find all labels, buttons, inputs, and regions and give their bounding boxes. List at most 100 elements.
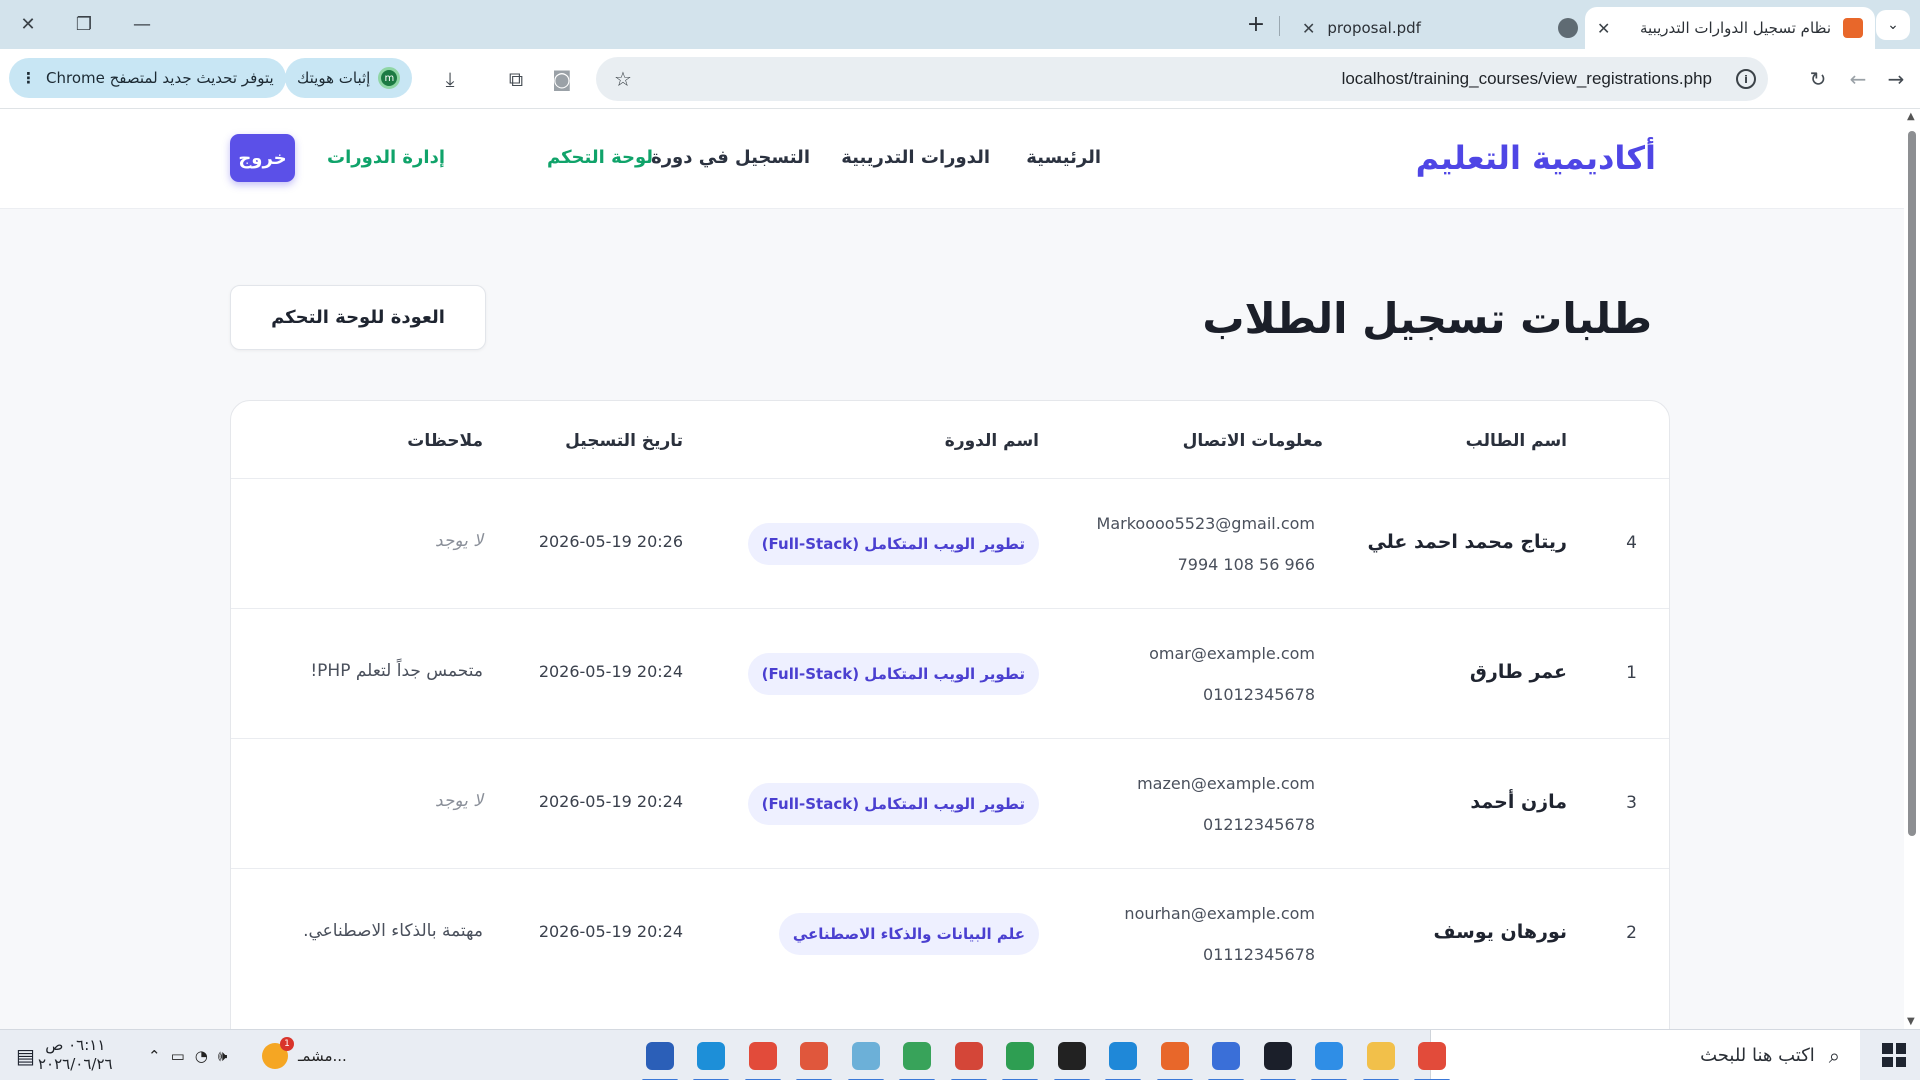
chrome-icon[interactable] [1412,1038,1452,1080]
taskbar-clock[interactable]: ٠٦:١١ ص ٢٠٢٦/٠٦/٢٦ [38,1036,113,1074]
star-icon[interactable]: ☆ [614,67,632,91]
download-icon[interactable]: ⤓ [434,63,466,95]
page-scrollbar[interactable]: ▲ ▼ [1904,109,1920,1029]
back-icon[interactable]: → [1880,63,1912,95]
system-tray: ⌃ ▭ ◔ 🕪 [148,1030,227,1080]
xampp-icon[interactable] [1155,1038,1195,1080]
chrome-alt-icon[interactable] [949,1038,989,1080]
student-email: nourhan@example.com [1124,904,1315,923]
registration-date: 2026-05-19 20:24 [538,922,683,941]
nav-manage-courses[interactable]: إدارة الدورات [327,147,445,168]
screenshot-icon[interactable]: ◙ [546,63,578,95]
edge-icon[interactable] [691,1038,731,1080]
profile-pill[interactable]: m إثبات هويتك [285,58,413,98]
notifications-icon[interactable]: ▤ [16,1044,35,1068]
nav-register[interactable]: التسجيل في دورة [651,147,810,168]
edge-icon-glyph [697,1042,725,1070]
browser-toolbar: → ← ↻ ☆ localhost/training_courses/view_… [0,49,1920,109]
header-notes: ملاحظات [407,431,483,451]
table-row: 4 ريتاج محمد احمد علي Markoooo5523@gmail… [231,479,1669,609]
address-bar[interactable]: ☆ localhost/training_courses/view_regist… [596,57,1768,101]
site-brand[interactable]: أكاديمية التعليم [1416,139,1656,177]
course-badge: تطوير الويب المتكامل (Full-Stack) [747,653,1039,695]
restore-icon[interactable]: ❐ [66,10,102,38]
row-id: 4 [1626,533,1637,553]
page-viewport: أكاديمية التعليم الرئيسية الدورات التدري… [0,109,1904,1029]
info-icon[interactable]: i [1736,69,1756,89]
chrome-profile-icon[interactable] [1000,1038,1040,1080]
kebab-menu-icon[interactable]: ⋮ [21,69,36,87]
student-note: مهتمة بالذكاء الاصطناعي. [303,921,483,941]
tab-registrations[interactable]: نظام تسجيل الدوارات التدريبية ✕ [1585,7,1875,49]
page-title: طلبات تسجيل الطلاب [1202,294,1652,343]
close-tab-icon[interactable]: ✕ [1302,19,1315,38]
extensions-icon[interactable]: ⧉ [500,63,532,95]
globe-icon [1558,18,1578,38]
logout-button[interactable]: خروج [230,134,295,182]
forward-icon[interactable]: ← [1842,63,1874,95]
student-phone: 7994 108 56 966 [1177,555,1315,574]
nav-courses[interactable]: الدورات التدريبية [841,147,990,168]
student-phone: 01012345678 [1203,685,1315,704]
nav-home[interactable]: الرئيسية [1026,147,1101,168]
scroll-up-icon[interactable]: ▲ [1907,111,1915,122]
chrome-green-icon[interactable] [897,1038,937,1080]
taskbar-search-input[interactable]: ⌕ اكتب هنا للبحث [1430,1030,1860,1080]
chrome-main-icon-glyph [748,1042,777,1070]
cmd-icon-glyph [1057,1042,1086,1070]
back-to-dashboard-button[interactable]: العودة للوحة التحكم [230,285,486,350]
registrations-table: اسم الطالب معلومات الاتصال اسم الدورة تا… [230,400,1670,1029]
close-icon[interactable]: ✕ [10,10,46,38]
chrome-green-icon-glyph [903,1042,931,1070]
weather-label: مشمـ... [298,1046,347,1065]
chrome-main-icon[interactable] [743,1038,783,1080]
windows-taskbar: ⌕ اكتب هنا للبحث 1 مشمـ... ⌃ ▭ ◔ 🕪 ٠٦:١١… [0,1029,1920,1080]
reload-icon[interactable]: ↻ [1802,63,1834,95]
search-icon: ⌕ [1828,1043,1840,1068]
scrollbar-thumb[interactable] [1908,131,1916,836]
browser-tab-strip: ✕ ❐ — + proposal.pdf ✕ نظام تسجيل الدوار… [0,0,1920,49]
notepad-icon-glyph [851,1042,880,1070]
windows-start-icon[interactable] [1882,1043,1906,1067]
minimize-icon[interactable]: — [124,10,160,38]
registration-date: 2026-05-19 20:24 [538,662,683,681]
update-chrome-pill[interactable]: يتوفر تحديث جديد لمتصفح Chrome ⋮ [9,58,286,98]
student-email: omar@example.com [1149,644,1315,663]
weather-widget[interactable]: 1 مشمـ... [262,1030,347,1080]
student-phone: 01212345678 [1203,815,1315,834]
registration-date: 2026-05-19 20:24 [538,792,683,811]
cmd-icon[interactable] [1052,1038,1092,1080]
xampp-favicon-icon [1843,18,1863,38]
notepad-icon[interactable] [846,1038,886,1080]
student-name: مازن أحمد [1470,791,1567,813]
student-note: لا يوجد [434,531,483,551]
chevron-up-icon[interactable]: ⌃ [148,1047,161,1065]
student-name: عمر طارق [1469,661,1567,683]
header-date: تاريخ التسجيل [565,431,683,451]
course-badge: تطوير الويب المتكامل (Full-Stack) [747,523,1039,565]
student-email: Markoooo5523@gmail.com [1096,514,1315,533]
terminal-app-icon-glyph [1263,1042,1292,1070]
new-tab-icon[interactable]: + [1240,10,1272,38]
tab-search-icon[interactable]: ⌄ [1876,10,1910,40]
url-text[interactable]: localhost/training_courses/view_registra… [1342,69,1712,89]
close-tab-icon[interactable]: ✕ [1597,19,1610,38]
file-explorer-icon[interactable] [1361,1038,1401,1080]
student-note: متحمس جداً لتعلم PHP! [310,661,483,681]
scroll-down-icon[interactable]: ▼ [1907,1016,1915,1027]
word-icon[interactable] [640,1038,680,1080]
student-phone: 01112345678 [1203,945,1315,964]
arduino-icon[interactable] [1309,1038,1349,1080]
tab-proposal[interactable]: proposal.pdf ✕ [1290,7,1590,49]
paint-icon[interactable] [794,1038,834,1080]
weather-icon: 1 [262,1036,294,1069]
vscode-icon[interactable] [1103,1038,1143,1080]
xampp-icon-glyph [1160,1042,1189,1070]
wifi-icon[interactable]: ◔ [195,1047,208,1065]
terminal-app-icon[interactable] [1258,1038,1298,1080]
row-id: 3 [1626,793,1637,813]
nav-dashboard[interactable]: لوحة التحكم [547,147,653,168]
battery-icon[interactable]: ▭ [171,1047,185,1065]
android-studio-icon[interactable] [1206,1038,1246,1080]
speaker-icon[interactable]: 🕪 [218,1047,227,1065]
